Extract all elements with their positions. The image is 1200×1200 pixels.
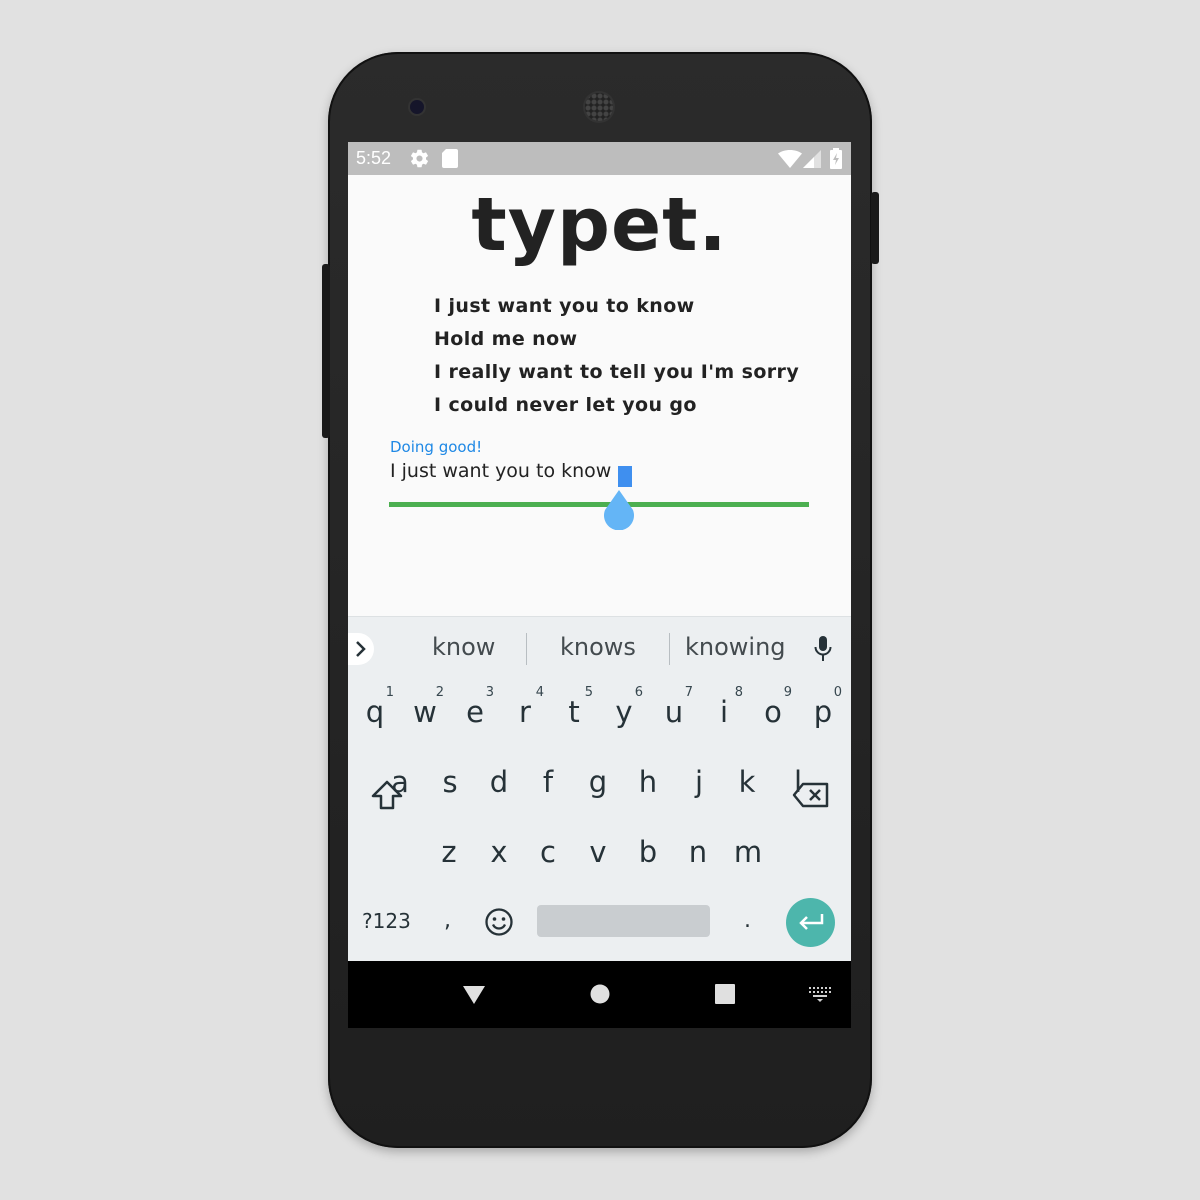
- cursor-handle[interactable]: [603, 490, 635, 530]
- typing-input[interactable]: I just want you to know: [390, 460, 611, 482]
- key-k[interactable]: k: [722, 765, 772, 799]
- suggestion-strip: know knows knowing: [348, 616, 851, 681]
- power-button: [871, 192, 879, 264]
- navigation-bar: [348, 961, 851, 1028]
- key-label: i: [719, 695, 729, 729]
- key-z[interactable]: z: [424, 835, 474, 869]
- mic-icon[interactable]: [814, 636, 832, 662]
- lyric-line: I really want to tell you I'm sorry: [434, 361, 800, 383]
- key-w[interactable]: w2: [400, 685, 450, 729]
- key-label: w: [413, 695, 437, 729]
- key-y[interactable]: y6: [599, 685, 649, 729]
- key-q[interactable]: q1: [350, 685, 400, 729]
- key-t[interactable]: t5: [549, 685, 599, 729]
- enter-icon: [799, 914, 824, 930]
- lyric-line: I just want you to know: [434, 295, 695, 317]
- key-hint: 8: [734, 685, 743, 700]
- enter-button[interactable]: [786, 898, 835, 947]
- key-h[interactable]: h: [623, 765, 673, 799]
- key-n[interactable]: n: [673, 835, 723, 869]
- key-i[interactable]: i8: [699, 685, 749, 729]
- emoji-icon[interactable]: [484, 907, 514, 937]
- wifi-icon: [778, 150, 802, 168]
- chevron-right-icon[interactable]: [348, 633, 374, 665]
- key-hint: 0: [833, 685, 842, 700]
- key-p[interactable]: p0: [798, 685, 848, 729]
- suggestion-item[interactable]: know: [432, 633, 495, 661]
- shift-icon[interactable]: [371, 780, 403, 810]
- symbols-key[interactable]: ?123: [362, 909, 411, 933]
- proximity-sensor: [772, 103, 780, 109]
- key-b[interactable]: b: [623, 835, 673, 869]
- key-label: r: [519, 695, 531, 729]
- key-f[interactable]: f: [523, 765, 573, 799]
- key-m[interactable]: m: [723, 835, 773, 869]
- key-o[interactable]: o9: [748, 685, 798, 729]
- gear-icon: [410, 149, 429, 168]
- period-key[interactable]: .: [744, 908, 751, 933]
- space-bar[interactable]: [537, 905, 710, 937]
- status-time: 5:52: [356, 148, 392, 168]
- lyrics-list: I just want you to know Hold me now I re…: [434, 290, 799, 422]
- feedback-label: Doing good!: [390, 438, 483, 456]
- screen: 5:52 typet. I just want you to know Hold…: [348, 142, 851, 1028]
- keyboard-switch-icon[interactable]: [808, 986, 832, 1002]
- light-sensor: [786, 103, 794, 109]
- key-label: o: [764, 695, 782, 729]
- key-hint: 9: [783, 685, 792, 700]
- key-hint: 1: [385, 685, 394, 700]
- comma-key[interactable]: ,: [444, 908, 451, 933]
- divider: [526, 633, 527, 665]
- suggestion-item[interactable]: knowing: [685, 633, 786, 661]
- key-label: u: [664, 695, 684, 729]
- volume-button: [322, 264, 330, 438]
- front-camera: [410, 100, 424, 114]
- app-title: typet.: [471, 182, 728, 268]
- key-hint: 4: [535, 685, 544, 700]
- input-underline: [389, 502, 809, 507]
- key-c[interactable]: c: [523, 835, 573, 869]
- sd-card-icon: [442, 149, 458, 168]
- key-e[interactable]: e3: [450, 685, 500, 729]
- key-hint: 5: [584, 685, 593, 700]
- key-label: q: [365, 695, 385, 729]
- suggestion-item[interactable]: knows: [560, 633, 636, 661]
- key-v[interactable]: v: [573, 835, 623, 869]
- back-icon[interactable]: [462, 985, 486, 1005]
- recents-icon[interactable]: [715, 984, 735, 1004]
- divider: [669, 633, 670, 665]
- soft-keyboard: q1 w2 e3 r4 t5 y6 u7 i8 o9 p0 a s d f g …: [348, 680, 851, 961]
- key-hint: 6: [634, 685, 643, 700]
- key-label: t: [568, 695, 580, 729]
- text-cursor: [618, 466, 632, 487]
- key-u[interactable]: u7: [649, 685, 699, 729]
- lyric-line: I could never let you go: [434, 394, 697, 416]
- key-r[interactable]: r4: [500, 685, 550, 729]
- key-label: y: [615, 695, 633, 729]
- key-hint: 2: [435, 685, 444, 700]
- signal-icon: [803, 150, 821, 168]
- key-d[interactable]: d: [474, 765, 524, 799]
- backspace-icon[interactable]: [792, 782, 830, 808]
- key-j[interactable]: j: [674, 765, 724, 799]
- lyric-line: Hold me now: [434, 328, 578, 350]
- key-hint: 3: [485, 685, 494, 700]
- battery-charging-icon: [830, 148, 842, 169]
- status-bar: 5:52: [348, 142, 851, 175]
- key-hint: 7: [684, 685, 693, 700]
- home-icon[interactable]: [589, 983, 611, 1005]
- key-s[interactable]: s: [425, 765, 475, 799]
- key-g[interactable]: g: [573, 765, 623, 799]
- key-label: p: [813, 695, 833, 729]
- key-x[interactable]: x: [474, 835, 524, 869]
- key-label: e: [466, 695, 484, 729]
- earpiece-speaker: [585, 93, 613, 121]
